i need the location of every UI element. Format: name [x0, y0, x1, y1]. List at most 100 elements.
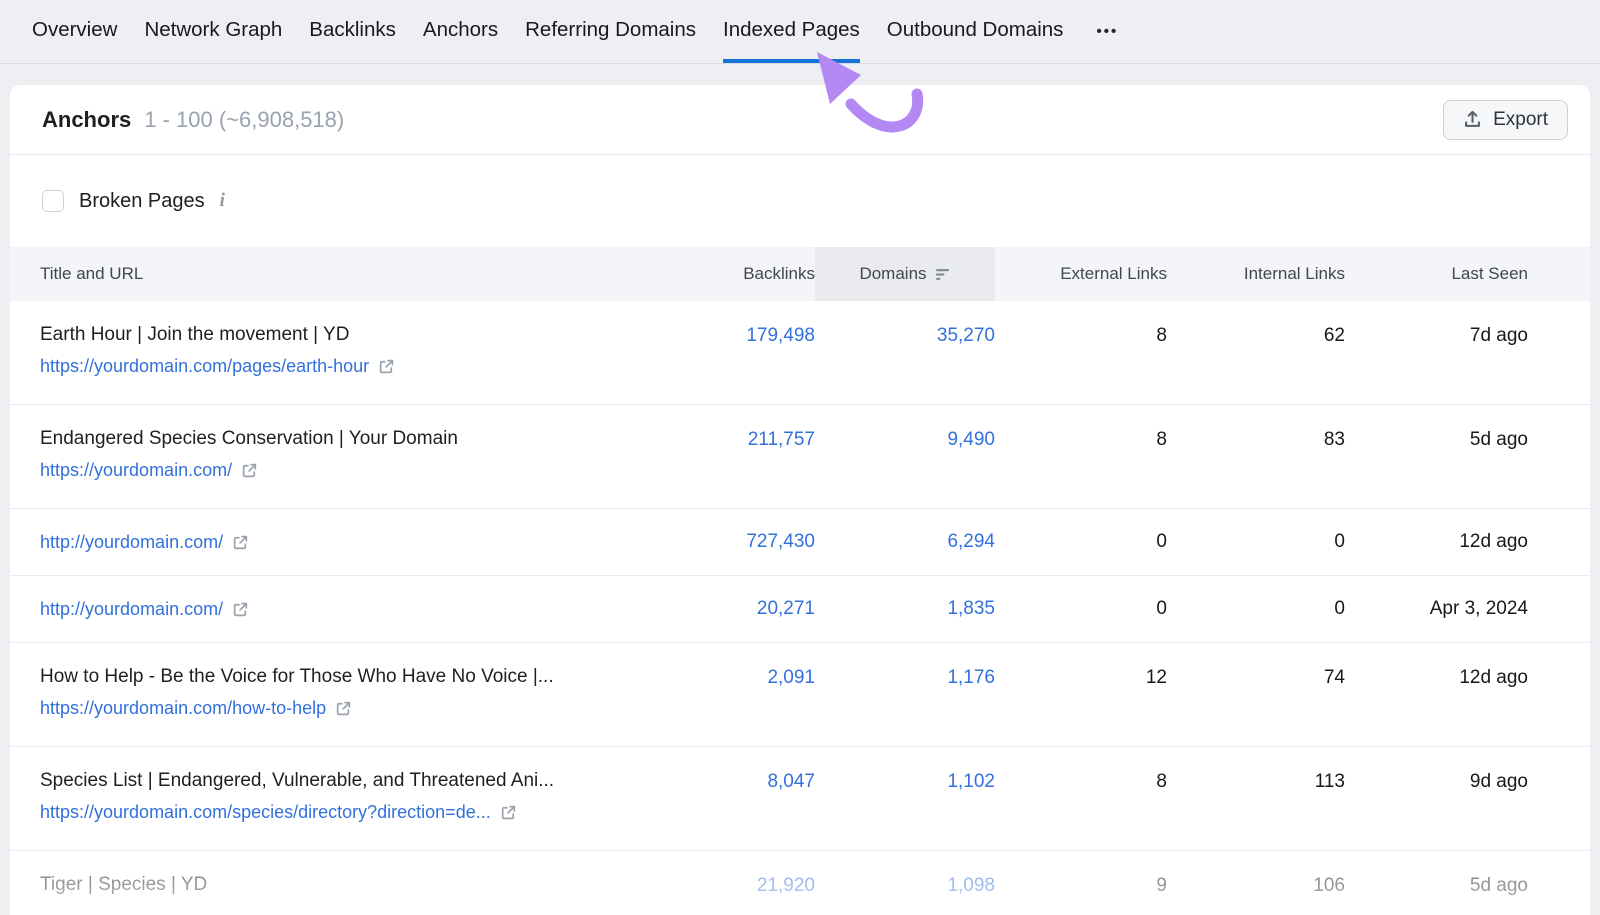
ellipsis-icon: ••• [1096, 23, 1118, 40]
domains-value[interactable]: 1,835 [947, 598, 995, 620]
domains-cell: 1,176 [815, 643, 995, 746]
url-link[interactable]: https://yourdomain.com/species/directory… [40, 802, 491, 823]
title-url-cell: Endangered Species Conservation | Your D… [30, 405, 670, 508]
column-header-domains[interactable]: Domains [815, 247, 995, 301]
backlinks-cell: 21,920 [670, 851, 815, 915]
table-row: http://yourdomain.com/ 727,430 6,294 0 0… [10, 509, 1590, 576]
report-tabs-bar: Overview Network Graph Backlinks Anchors… [0, 0, 1600, 64]
url-link[interactable]: http://yourdomain.com/ [40, 599, 223, 620]
report-panel: Anchors 1 - 100 (~6,908,518) Export Brok… [10, 85, 1590, 915]
backlinks-cell: 8,047 [670, 747, 815, 850]
backlinks-cell: 2,091 [670, 643, 815, 746]
domains-cell: 1,835 [815, 576, 995, 642]
external-links-cell: 8 [995, 301, 1167, 404]
tab-label: Outbound Domains [887, 18, 1064, 42]
backlinks-cell: 211,757 [670, 405, 815, 508]
page-title-text: Tiger | Species | YD [40, 874, 660, 896]
broken-pages-checkbox[interactable] [42, 190, 64, 212]
external-links-cell: 0 [995, 576, 1167, 642]
column-header-internal-links[interactable]: Internal Links [1167, 247, 1345, 301]
domains-cell: 1,102 [815, 747, 995, 850]
url-link[interactable]: https://yourdomain.com/how-to-help [40, 698, 326, 719]
column-header-label: Domains [859, 264, 926, 284]
external-link-icon[interactable] [232, 601, 249, 618]
domains-value[interactable]: 1,176 [947, 667, 995, 689]
export-button[interactable]: Export [1443, 100, 1568, 140]
broken-pages-label: Broken Pages [79, 190, 205, 213]
last-seen-cell: 5d ago [1345, 405, 1528, 508]
export-label: Export [1493, 109, 1548, 131]
external-links-cell: 8 [995, 747, 1167, 850]
domains-value[interactable]: 9,490 [947, 429, 995, 451]
external-link-icon[interactable] [232, 534, 249, 551]
backlinks-cell: 727,430 [670, 509, 815, 575]
table-row: http://yourdomain.com/ 20,271 1,835 0 0 … [10, 576, 1590, 643]
external-link-icon[interactable] [335, 700, 352, 717]
title-url-cell: http://yourdomain.com/ [30, 509, 670, 575]
table-row: Earth Hour | Join the movement | YD http… [10, 301, 1590, 405]
table-row: Tiger | Species | YD 21,920 1,098 9 106 … [10, 851, 1590, 915]
tab-anchors[interactable]: Anchors [423, 0, 498, 63]
tab-indexed-pages[interactable]: Indexed Pages [723, 0, 860, 63]
backlinks-value[interactable]: 21,920 [757, 875, 815, 897]
page-title: Anchors [42, 107, 131, 133]
title-url-cell: http://yourdomain.com/ [30, 576, 670, 642]
tab-label: Backlinks [309, 18, 396, 42]
info-icon[interactable]: i [220, 190, 225, 212]
url-link[interactable]: https://yourdomain.com/pages/earth-hour [40, 356, 369, 377]
url-link[interactable]: http://yourdomain.com/ [40, 532, 223, 553]
last-seen-cell: 12d ago [1345, 509, 1528, 575]
last-seen-cell: 9d ago [1345, 747, 1528, 850]
table-row: Species List | Endangered, Vulnerable, a… [10, 747, 1590, 851]
backlinks-value[interactable]: 8,047 [767, 771, 815, 793]
title-url-cell: How to Help - Be the Voice for Those Who… [30, 643, 670, 746]
tab-overview[interactable]: Overview [32, 0, 117, 63]
tab-backlinks[interactable]: Backlinks [309, 0, 396, 63]
export-upload-icon [1463, 110, 1482, 129]
column-header-external-links[interactable]: External Links [995, 247, 1167, 301]
backlinks-value[interactable]: 179,498 [746, 325, 815, 347]
title-url-cell: Tiger | Species | YD [30, 851, 670, 915]
internal-links-cell: 0 [1167, 576, 1345, 642]
column-header-backlinks[interactable]: Backlinks [670, 247, 815, 301]
title-url-cell: Earth Hour | Join the movement | YD http… [30, 301, 670, 404]
backlinks-value[interactable]: 211,757 [748, 429, 815, 451]
last-seen-cell: Apr 3, 2024 [1345, 576, 1528, 642]
domains-value[interactable]: 1,102 [947, 771, 995, 793]
internal-links-cell: 113 [1167, 747, 1345, 850]
backlinks-value[interactable]: 727,430 [746, 531, 815, 553]
internal-links-cell: 74 [1167, 643, 1345, 746]
external-links-cell: 8 [995, 405, 1167, 508]
page-title-text: How to Help - Be the Voice for Those Who… [40, 666, 660, 688]
external-link-icon[interactable] [378, 358, 395, 375]
backlinks-value[interactable]: 20,271 [757, 598, 815, 620]
last-seen-cell: 7d ago [1345, 301, 1528, 404]
page-title-text: Endangered Species Conservation | Your D… [40, 428, 660, 450]
domains-value[interactable]: 35,270 [937, 325, 995, 347]
column-header-last-seen[interactable]: Last Seen [1345, 247, 1528, 301]
external-link-icon[interactable] [241, 462, 258, 479]
domains-cell: 1,098 [815, 851, 995, 915]
column-header-title-url: Title and URL [30, 247, 670, 301]
page-title-text: Earth Hour | Join the movement | YD [40, 324, 660, 346]
last-seen-cell: 5d ago [1345, 851, 1528, 915]
backlinks-value[interactable]: 2,091 [767, 667, 815, 689]
external-link-icon[interactable] [500, 804, 517, 821]
internal-links-cell: 83 [1167, 405, 1345, 508]
page-title-text: Species List | Endangered, Vulnerable, a… [40, 770, 660, 792]
internal-links-cell: 0 [1167, 509, 1345, 575]
domains-cell: 6,294 [815, 509, 995, 575]
tab-outbound-domains[interactable]: Outbound Domains [887, 0, 1064, 63]
domains-value[interactable]: 1,098 [947, 875, 995, 897]
tab-network-graph[interactable]: Network Graph [144, 0, 282, 63]
filters-row: Broken Pages i [10, 155, 1590, 247]
domains-value[interactable]: 6,294 [947, 531, 995, 553]
internal-links-cell: 62 [1167, 301, 1345, 404]
url-link[interactable]: https://yourdomain.com/ [40, 460, 232, 481]
table-row: How to Help - Be the Voice for Those Who… [10, 643, 1590, 747]
internal-links-cell: 106 [1167, 851, 1345, 915]
table-row: Endangered Species Conservation | Your D… [10, 405, 1590, 509]
tab-referring-domains[interactable]: Referring Domains [525, 0, 696, 63]
more-tabs-button[interactable]: ••• [1090, 0, 1118, 63]
title-url-cell: Species List | Endangered, Vulnerable, a… [30, 747, 670, 850]
